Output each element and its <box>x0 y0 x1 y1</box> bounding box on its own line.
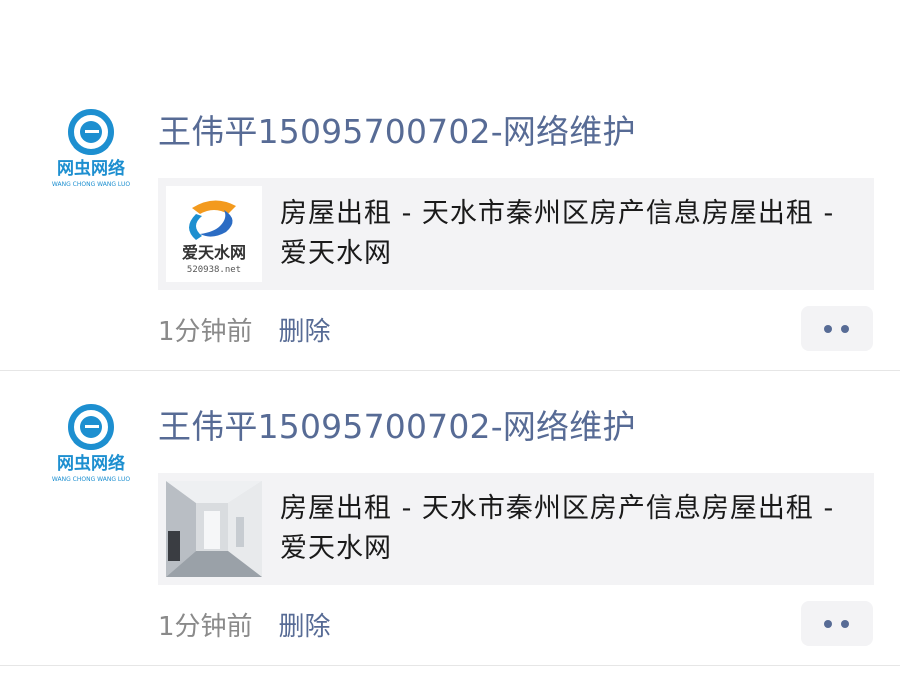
more-button[interactable] <box>801 601 873 646</box>
author-name[interactable]: 王伟平15095700702-网络维护 <box>158 407 636 447</box>
svg-text:网虫网络: 网虫网络 <box>57 158 125 179</box>
svg-text:520938.net: 520938.net <box>187 265 241 275</box>
wangchong-logo-icon: 网虫网络 WANG CHONG WANG LUO <box>52 404 130 483</box>
link-title: 房屋出租 - 天水市秦州区房产信息房屋出租 - 爱天水网 <box>280 198 835 269</box>
more-dots-icon <box>841 325 849 333</box>
avatar[interactable]: 网虫网络 WANG CHONG WANG LUO <box>45 100 137 192</box>
svg-text:网虫网络: 网虫网络 <box>57 453 125 474</box>
post-meta: 1分钟前 删除 <box>158 312 331 352</box>
shared-link-card[interactable]: 爱天水网 520938.net 房屋出租 - 天水市秦州区房产信息房屋出租 - … <box>158 178 874 290</box>
post-time: 1分钟前 <box>158 612 253 642</box>
post-divider <box>0 370 900 371</box>
link-thumbnail <box>166 481 262 577</box>
hallway-photo-icon <box>166 481 262 577</box>
delete-link[interactable]: 删除 <box>279 612 331 642</box>
link-title: 房屋出租 - 天水市秦州区房产信息房屋出租 - 爱天水网 <box>280 493 835 564</box>
svg-text:爱天水网: 爱天水网 <box>182 243 246 262</box>
author-name[interactable]: 王伟平15095700702-网络维护 <box>158 112 636 152</box>
shared-link-card[interactable]: 房屋出租 - 天水市秦州区房产信息房屋出租 - 爱天水网 <box>158 473 874 585</box>
wangchong-logo-icon: 网虫网络 WANG CHONG WANG LUO <box>52 109 130 188</box>
moments-feed: 网虫网络 WANG CHONG WANG LUO 王伟平15095700702-… <box>0 0 900 681</box>
svg-text:WANG CHONG WANG LUO: WANG CHONG WANG LUO <box>52 476 130 483</box>
aitianshui-logo-icon: 爱天水网 520938.net <box>166 186 262 282</box>
svg-text:WANG CHONG WANG LUO: WANG CHONG WANG LUO <box>52 181 130 188</box>
more-dots-icon <box>841 620 849 628</box>
post-time: 1分钟前 <box>158 317 253 347</box>
more-button[interactable] <box>801 306 873 351</box>
post-divider <box>0 665 900 666</box>
more-dots-icon <box>824 620 832 628</box>
avatar[interactable]: 网虫网络 WANG CHONG WANG LUO <box>45 395 137 487</box>
more-dots-icon <box>824 325 832 333</box>
link-thumbnail: 爱天水网 520938.net <box>166 186 262 282</box>
post-meta: 1分钟前 删除 <box>158 607 331 647</box>
delete-link[interactable]: 删除 <box>279 317 331 347</box>
feed-post: 网虫网络 WANG CHONG WANG LUO 王伟平15095700702-… <box>0 395 900 665</box>
feed-post: 网虫网络 WANG CHONG WANG LUO 王伟平15095700702-… <box>0 100 900 370</box>
